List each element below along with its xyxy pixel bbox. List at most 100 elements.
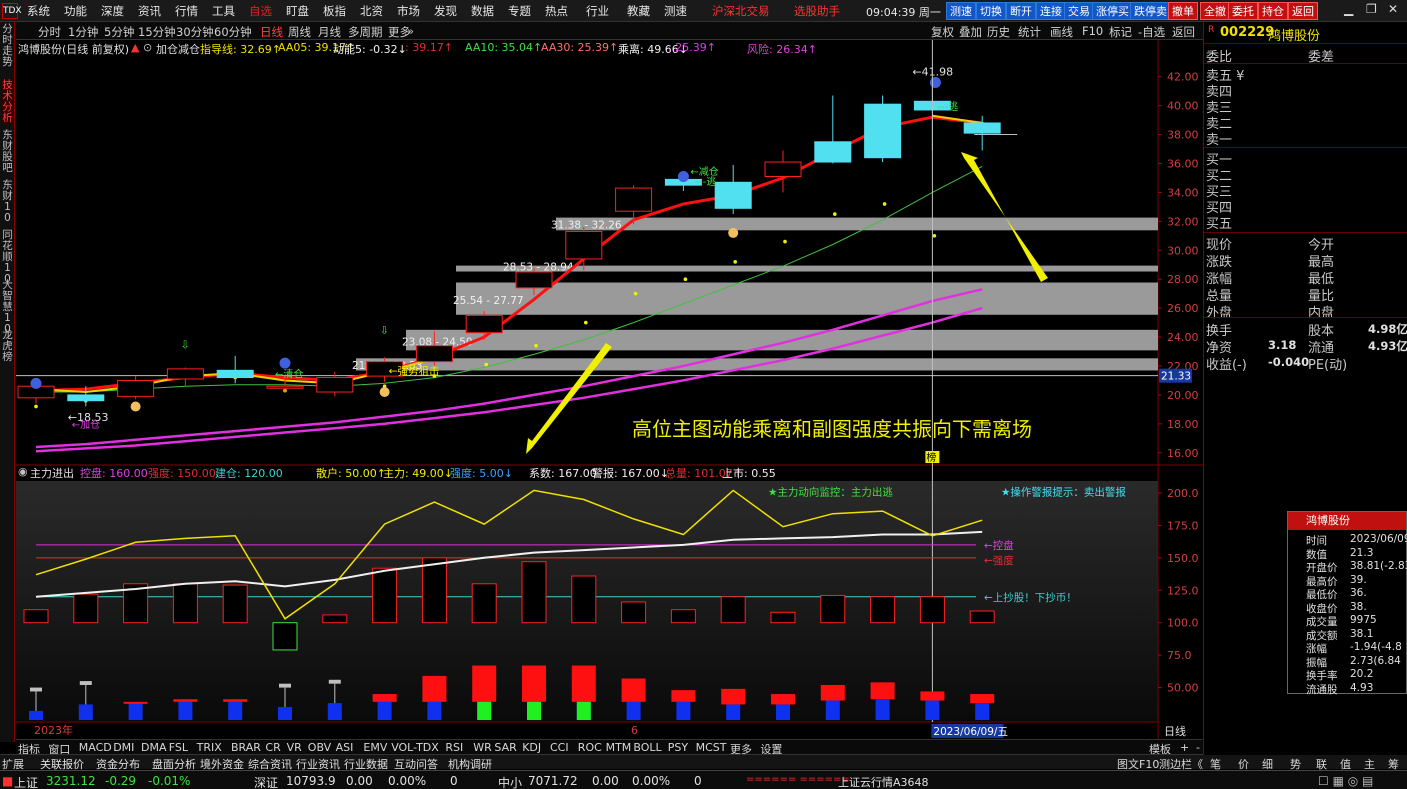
- indicator-11[interactable]: ASI: [336, 741, 354, 754]
- bid-4[interactable]: 买五: [1206, 213, 1232, 232]
- indicator-20[interactable]: MTM: [606, 741, 632, 754]
- menu-2[interactable]: 深度: [101, 3, 124, 19]
- indicator-16[interactable]: SAR: [494, 741, 516, 754]
- left-tab-1[interactable]: 技术分析: [1, 80, 14, 124]
- menu-7[interactable]: 盯盘: [286, 3, 309, 19]
- indicator-8[interactable]: CR: [265, 741, 280, 754]
- indicator-4[interactable]: DMA: [141, 741, 167, 754]
- period-1[interactable]: 1分钟: [68, 24, 98, 40]
- menu-17[interactable]: 测速: [664, 3, 687, 19]
- status-icons[interactable]: ☐ ▦ ◎ ▤: [1318, 774, 1373, 788]
- toolbar-7[interactable]: 撤单: [1168, 2, 1198, 20]
- period-right-4[interactable]: 画线: [1050, 24, 1073, 40]
- indicator-3[interactable]: DMI: [113, 741, 134, 754]
- sh-name[interactable]: 上证: [14, 774, 38, 789]
- menu-0[interactable]: 系统: [27, 3, 50, 19]
- indicator-17[interactable]: KDJ: [522, 741, 541, 754]
- promo-trade[interactable]: 沪深北交易: [712, 3, 770, 19]
- left-tab-2[interactable]: 东财股吧: [1, 130, 14, 174]
- price-tick-label: 32.00: [1167, 215, 1199, 228]
- period-right-8[interactable]: 返回: [1172, 24, 1195, 40]
- toolbar-9[interactable]: 委托: [1228, 2, 1258, 20]
- subchart-item-6: 系数: 167.00: [529, 467, 597, 480]
- menu-9[interactable]: 北资: [360, 3, 383, 19]
- period-0[interactable]: 分时: [38, 24, 61, 40]
- indicator-9[interactable]: VR: [287, 741, 302, 754]
- indicator-7[interactable]: BRAR: [231, 741, 261, 754]
- left-tab-0[interactable]: 分时走势: [1, 24, 14, 68]
- left-tab-6[interactable]: 龙虎榜: [1, 330, 14, 363]
- indicator-2[interactable]: MACD: [79, 741, 112, 754]
- indicator-5[interactable]: FSL: [169, 741, 188, 754]
- period-5[interactable]: 60分钟: [214, 24, 252, 40]
- period-6[interactable]: 日线: [260, 24, 283, 40]
- toolbar-6[interactable]: 跌停卖: [1130, 2, 1171, 20]
- indicator-15[interactable]: WR: [473, 741, 492, 754]
- sz-name[interactable]: 深证: [254, 774, 278, 789]
- period-right-1[interactable]: 叠加: [959, 24, 982, 40]
- indicator-right-2[interactable]: -: [1196, 741, 1200, 754]
- period-right-3[interactable]: 统计: [1018, 24, 1041, 40]
- indicator-18[interactable]: CCI: [550, 741, 569, 754]
- menu-1[interactable]: 功能: [64, 3, 87, 19]
- chevron-down-icon[interactable]: »: [407, 24, 414, 38]
- menu-14[interactable]: 热点: [545, 3, 568, 19]
- menu-13[interactable]: 专题: [508, 3, 531, 19]
- restore-icon[interactable]: ❐: [1366, 2, 1377, 16]
- close-icon[interactable]: ✕: [1388, 2, 1398, 16]
- toolbar-10[interactable]: 持仓: [1258, 2, 1288, 20]
- period-9[interactable]: 多周期: [348, 24, 383, 40]
- period-right-7[interactable]: -自选: [1138, 24, 1165, 40]
- toolbar-5[interactable]: 涨停买: [1092, 2, 1133, 20]
- period-2[interactable]: 5分钟: [104, 24, 134, 40]
- period-7[interactable]: 周线: [288, 24, 311, 40]
- period-right-2[interactable]: 历史: [987, 24, 1010, 40]
- chevron-down-icon[interactable]: ⊙: [143, 41, 152, 54]
- toolbar-8[interactable]: 全撤: [1200, 2, 1230, 20]
- left-tab-5[interactable]: 大智慧10: [1, 280, 14, 335]
- chart-area[interactable]: 42.00 40.00 38.00 36.00 34.00 32.00 30.00 28.00…: [16, 40, 1203, 740]
- toolbar-4[interactable]: 交易: [1064, 2, 1094, 20]
- toolbar-11[interactable]: 返回: [1288, 2, 1318, 20]
- period-right-6[interactable]: 标记: [1109, 24, 1132, 40]
- indicator-22[interactable]: PSY: [668, 741, 688, 754]
- subchart-toggle-icon[interactable]: ◉: [18, 465, 28, 478]
- indicator-mode[interactable]: 加仓减仓: [156, 41, 200, 57]
- left-tab-3[interactable]: 东财10: [1, 180, 14, 224]
- indicator-19[interactable]: ROC: [578, 741, 602, 754]
- menu-3[interactable]: 资讯: [138, 3, 161, 19]
- info-title[interactable]: 鸿博股份: [1288, 512, 1406, 530]
- toolbar-3[interactable]: 连接: [1036, 2, 1066, 20]
- toolbar-2[interactable]: 断开: [1006, 2, 1036, 20]
- menu-16[interactable]: 教藏: [627, 3, 650, 19]
- period-4[interactable]: 30分钟: [176, 24, 214, 40]
- menu-8[interactable]: 板指: [323, 3, 346, 19]
- indicator-21[interactable]: BOLL: [633, 741, 661, 754]
- menu-15[interactable]: 行业: [586, 3, 609, 19]
- menu-10[interactable]: 市场: [397, 3, 420, 19]
- menu-11[interactable]: 发现: [434, 3, 457, 19]
- indicator-right-1[interactable]: +: [1180, 741, 1189, 754]
- indicator-6[interactable]: TRIX: [197, 741, 222, 754]
- indicator-12[interactable]: EMV: [363, 741, 387, 754]
- minimize-icon[interactable]: ▁: [1344, 2, 1353, 16]
- period-3[interactable]: 15分钟: [138, 24, 176, 40]
- period-8[interactable]: 月线: [318, 24, 341, 40]
- indicator-23[interactable]: MCST: [696, 741, 727, 754]
- period-right-5[interactable]: F10: [1082, 24, 1103, 38]
- menu-12[interactable]: 数据: [471, 3, 494, 19]
- menu-4[interactable]: 行情: [175, 3, 198, 19]
- indicator-13[interactable]: VOL-TDX: [391, 741, 439, 754]
- menu-5[interactable]: 工具: [212, 3, 235, 19]
- ask-4[interactable]: 卖一: [1206, 129, 1232, 148]
- ticker-text[interactable]: 上证云行情A3648: [838, 774, 929, 789]
- toolbar-1[interactable]: 切换: [976, 2, 1006, 20]
- toolbar-0[interactable]: 测速: [946, 2, 976, 20]
- period-right-0[interactable]: 复权: [931, 24, 954, 40]
- indicator-10[interactable]: OBV: [308, 741, 331, 754]
- zx-name[interactable]: 中小: [498, 774, 522, 789]
- menu-6[interactable]: 自选: [249, 3, 272, 19]
- promo-select[interactable]: 选股助手: [794, 3, 840, 19]
- left-tab-4[interactable]: 同花顺10: [1, 230, 14, 285]
- indicator-14[interactable]: RSI: [445, 741, 463, 754]
